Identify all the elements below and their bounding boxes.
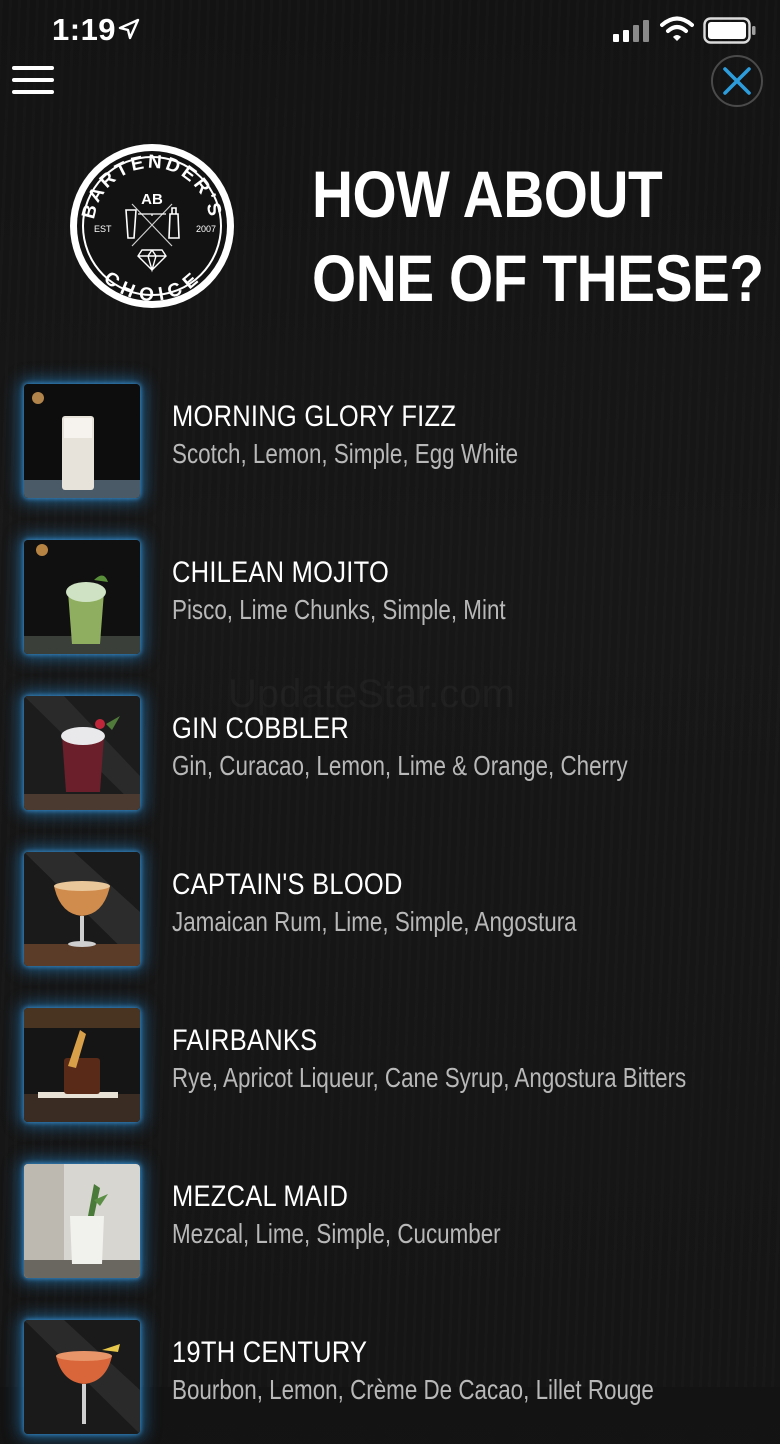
drink-name: 19TH CENTURY: [172, 1336, 368, 1369]
drink-name: MEZCAL MAID: [172, 1180, 349, 1213]
drink-photo: [24, 540, 140, 654]
drink-name: CAPTAIN'S BLOOD: [172, 868, 403, 901]
drink-photo: [24, 852, 140, 966]
drink-photo: [24, 696, 140, 810]
drink-ingredients: Jamaican Rum, Lime, Simple, Angostura: [172, 906, 577, 937]
status-bar: 1:19: [0, 0, 780, 60]
drink-list-item[interactable]: CHILEAN MOJITO Pisco, Lime Chunks, Simpl…: [0, 534, 780, 664]
drink-ingredients: Mezcal, Lime, Simple, Cucumber: [172, 1218, 501, 1249]
close-icon: [723, 67, 751, 95]
page-title: HOW ABOUT ONE OF THESE?: [312, 152, 764, 320]
location-arrow-icon: [118, 18, 140, 40]
close-button[interactable]: [711, 55, 763, 107]
drink-list-item[interactable]: 19TH CENTURY Bourbon, Lemon, Crème De Ca…: [0, 1314, 780, 1444]
battery-icon: [703, 17, 756, 44]
hamburger-icon-bar: [12, 90, 54, 94]
page-title-line1: HOW ABOUT: [312, 157, 663, 231]
status-time: 1:19: [52, 12, 117, 47]
bartenders-choice-logo: BARTENDER'S CHOICE AB EST 2007: [70, 144, 234, 308]
drink-photo: [24, 1008, 140, 1122]
page-title-line2: ONE OF THESE?: [312, 241, 764, 315]
drink-name: FAIRBANKS: [172, 1024, 318, 1057]
drink-ingredients: Gin, Curacao, Lemon, Lime & Orange, Cher…: [172, 750, 628, 781]
drink-list-item[interactable]: MORNING GLORY FIZZ Scotch, Lemon, Simple…: [0, 378, 780, 508]
drink-list-item[interactable]: GIN COBBLER Gin, Curacao, Lemon, Lime & …: [0, 690, 780, 820]
hamburger-icon-bar: [12, 66, 54, 70]
drink-photo: [24, 384, 140, 498]
logo-monogram: AB: [141, 191, 163, 208]
drink-ingredients: Pisco, Lime Chunks, Simple, Mint: [172, 594, 506, 625]
drink-name: MORNING GLORY FIZZ: [172, 400, 457, 433]
drink-list-item[interactable]: CAPTAIN'S BLOOD Jamaican Rum, Lime, Simp…: [0, 846, 780, 976]
drink-list-item[interactable]: MEZCAL MAID Mezcal, Lime, Simple, Cucumb…: [0, 1158, 780, 1288]
drink-ingredients: Rye, Apricot Liqueur, Cane Syrup, Angost…: [172, 1062, 687, 1093]
drink-photo: [24, 1164, 140, 1278]
drink-ingredients: Bourbon, Lemon, Crème De Cacao, Lillet R…: [172, 1374, 654, 1405]
drink-name: CHILEAN MOJITO: [172, 556, 390, 589]
logo-year-text: 2007: [196, 224, 216, 234]
logo-est-text: EST: [94, 224, 112, 234]
hamburger-icon-bar: [12, 78, 54, 82]
menu-button[interactable]: [12, 66, 54, 98]
wifi-icon: [660, 16, 694, 41]
drink-photo: [24, 1320, 140, 1434]
drink-list-item[interactable]: FAIRBANKS Rye, Apricot Liqueur, Cane Syr…: [0, 1002, 780, 1132]
cellular-signal-icon: [613, 20, 649, 42]
drink-name: GIN COBBLER: [172, 712, 350, 745]
drink-ingredients: Scotch, Lemon, Simple, Egg White: [172, 438, 519, 469]
